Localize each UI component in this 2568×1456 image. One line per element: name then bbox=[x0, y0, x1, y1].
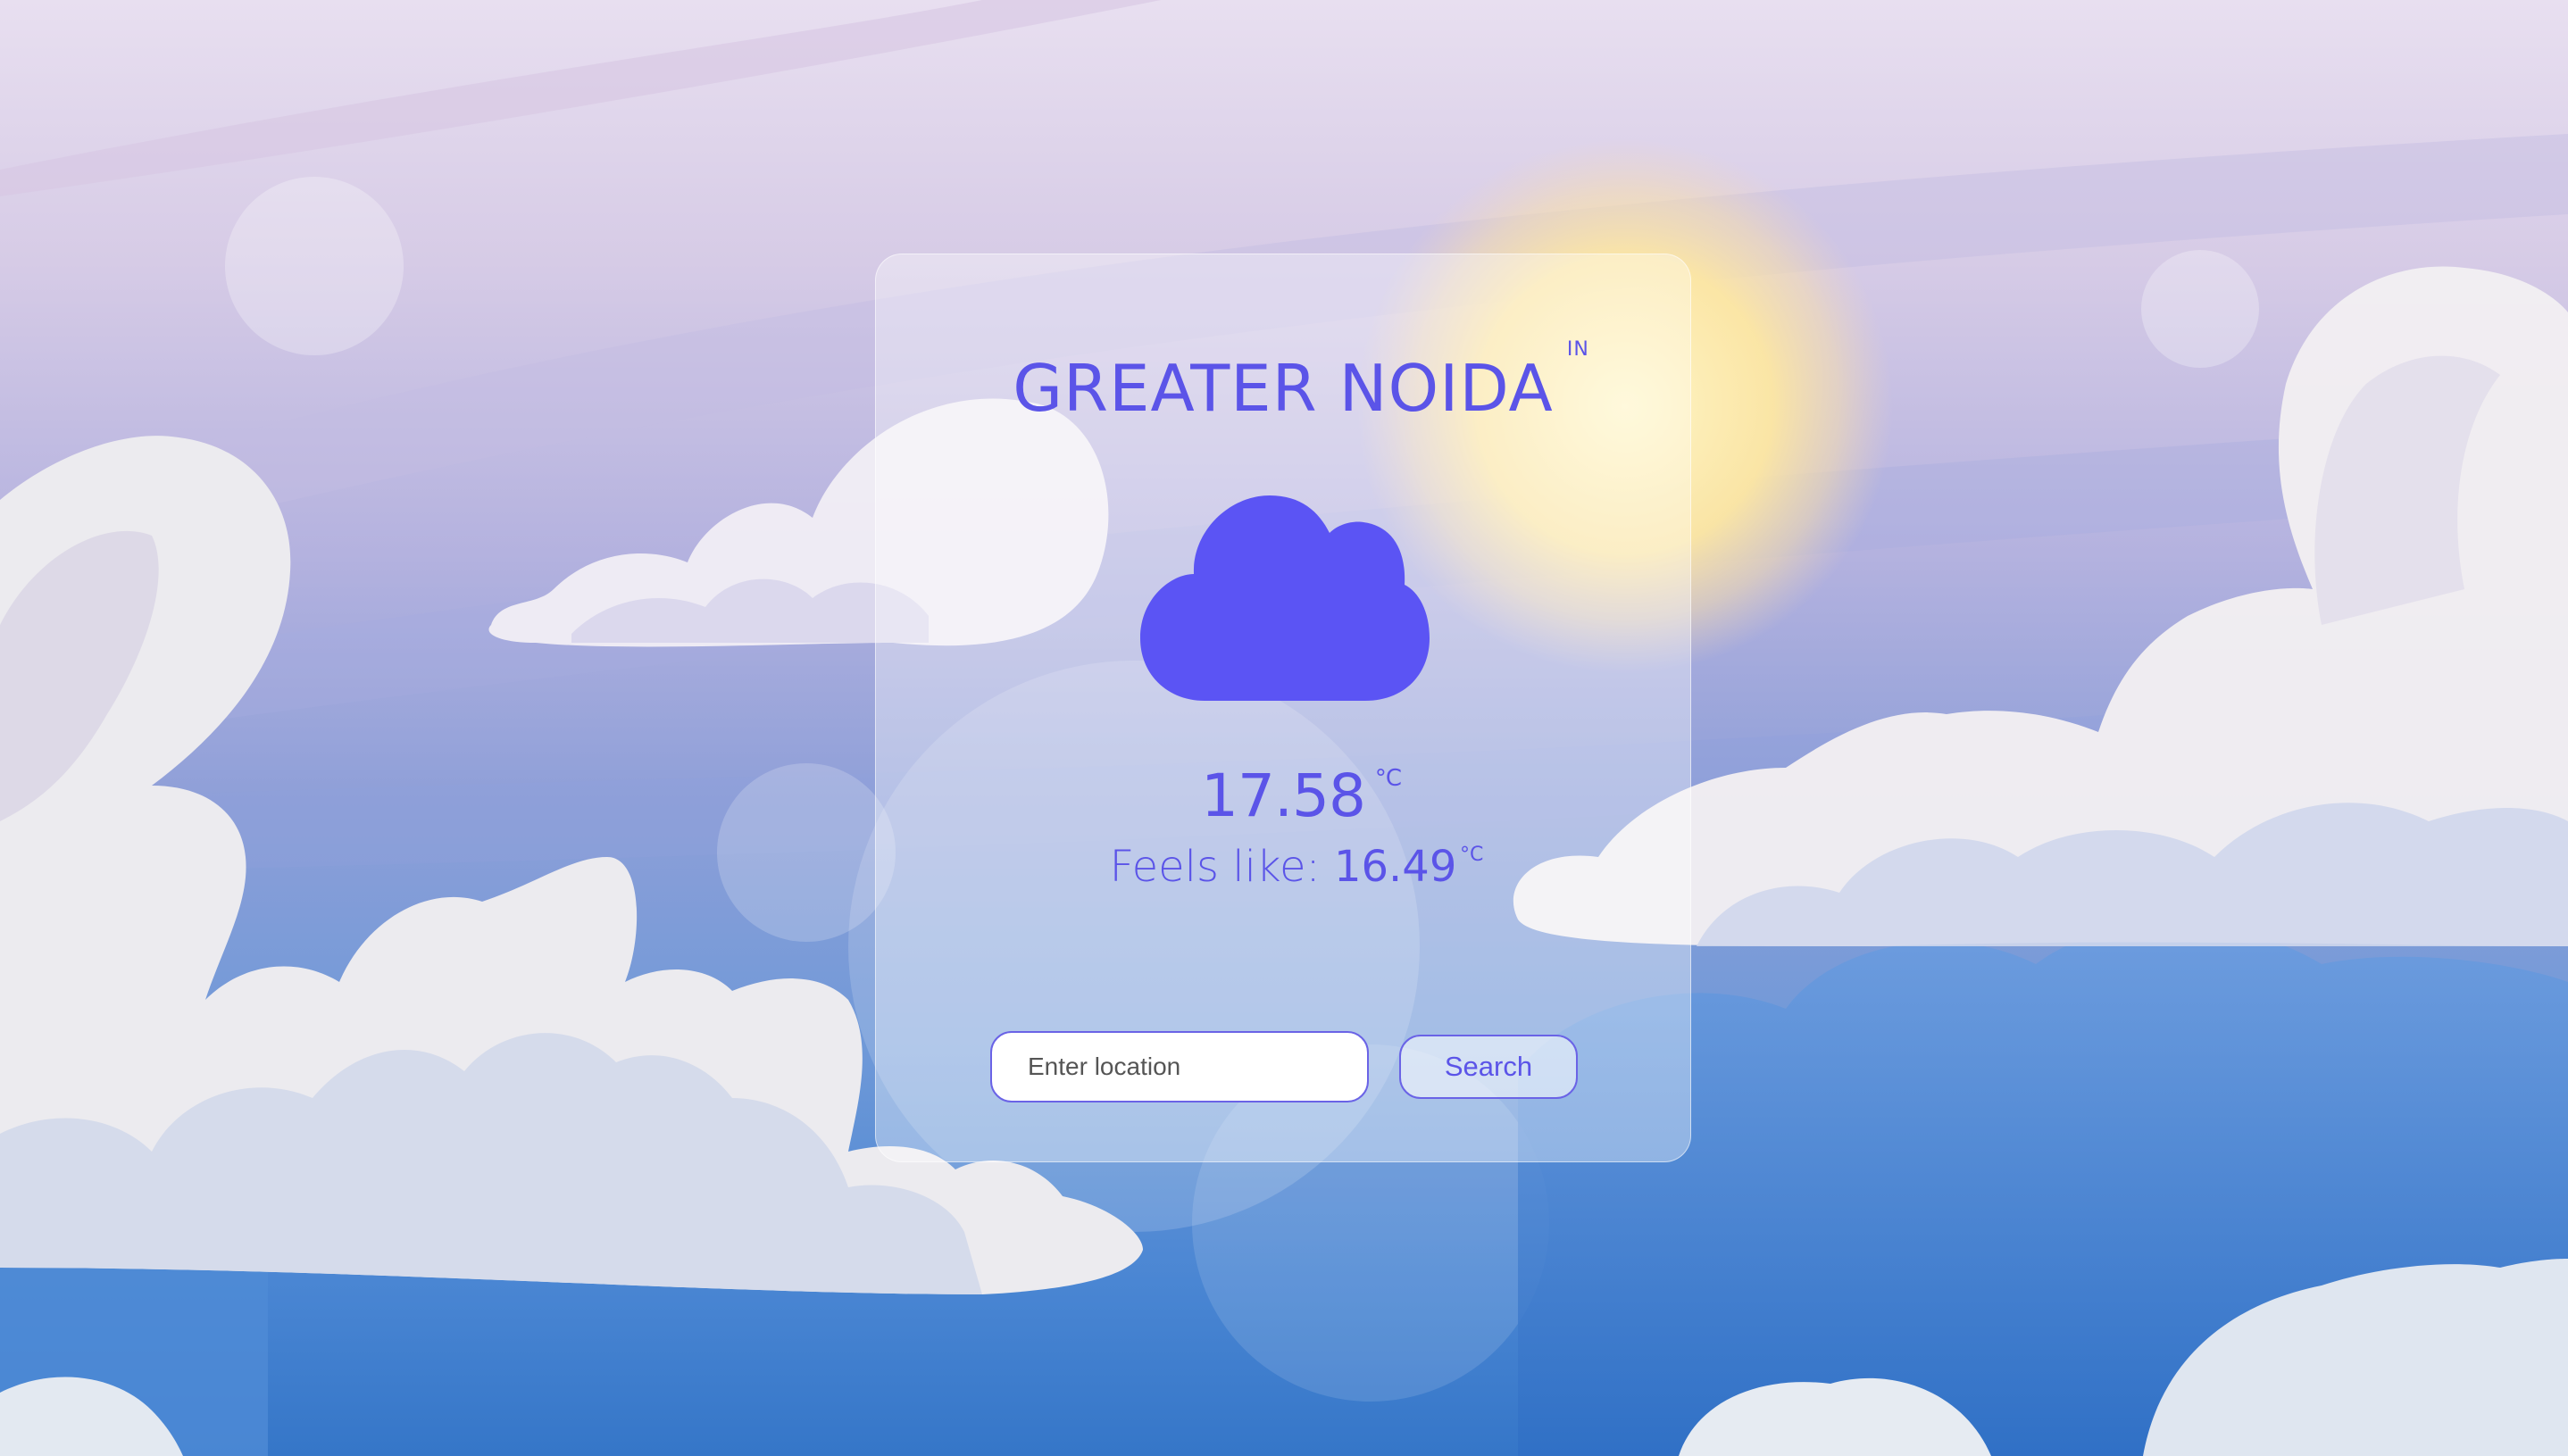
city-name: GREATER NOIDA IN bbox=[1013, 338, 1588, 426]
feels-like-unit: °C bbox=[1460, 844, 1484, 866]
city-label: GREATER NOIDA bbox=[1013, 351, 1554, 426]
feels-like-value: 16.49 bbox=[1333, 842, 1457, 892]
cloud-icon bbox=[1140, 495, 1430, 701]
location-search-input[interactable] bbox=[990, 1031, 1369, 1102]
feels-like: Feels like: 16.49 °C bbox=[1109, 842, 1484, 892]
weather-card: GREATER NOIDA IN 17.58 °C Feels like: 16… bbox=[875, 254, 1691, 1162]
weather-app: GREATER NOIDA IN 17.58 °C Feels like: 16… bbox=[0, 0, 2568, 1456]
bubble bbox=[2141, 250, 2259, 368]
feels-like-display: Feels like: 16.49 °C bbox=[876, 842, 1690, 892]
temperature-value: 17.58 bbox=[1201, 761, 1366, 830]
feels-like-label: Feels like: bbox=[1109, 842, 1334, 892]
search-button[interactable]: Search bbox=[1399, 1035, 1578, 1099]
temperature-unit: °C bbox=[1374, 765, 1402, 792]
temperature-display: 17.58 °C bbox=[876, 761, 1690, 830]
temperature: 17.58 °C bbox=[1201, 761, 1402, 830]
bubble bbox=[225, 177, 404, 355]
location-header: GREATER NOIDA IN bbox=[876, 338, 1690, 426]
country-code: IN bbox=[1566, 338, 1589, 361]
